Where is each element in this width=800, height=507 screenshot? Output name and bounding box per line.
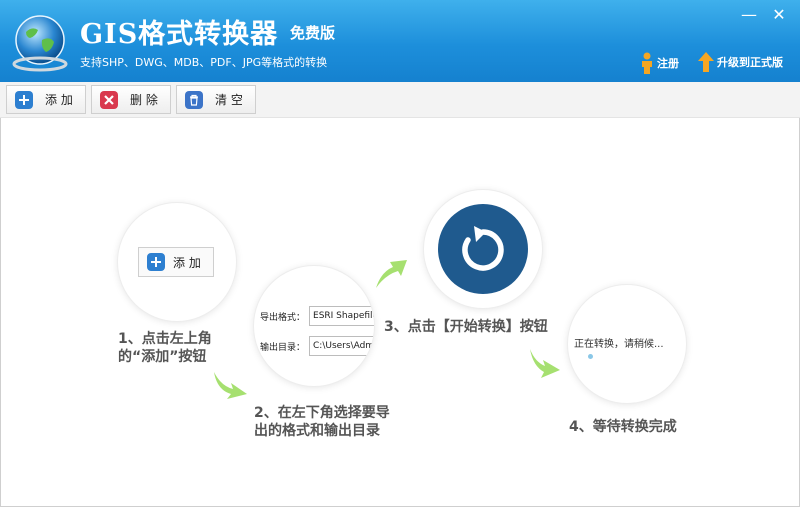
step1-line2: 的“添加”按钮 <box>118 349 207 365</box>
green-arrow-icon <box>376 260 407 288</box>
step4-circle: 正在转换，请稍候... <box>568 285 686 403</box>
toolbar: 添 加 删 除 清 空 <box>0 82 800 118</box>
minimize-button[interactable]: — <box>740 6 758 24</box>
step2-circle: 导出格式： ESRI Shapefile 输出目录： C:\Users\Adm <box>254 266 374 386</box>
clear-button[interactable]: 清 空 <box>176 85 256 114</box>
step1-add-illustration: 添 加 <box>138 247 214 277</box>
add-button-label: 添 加 <box>45 93 73 107</box>
globe-logo-icon <box>12 15 68 72</box>
trash-icon <box>185 90 203 109</box>
x-icon <box>100 90 118 109</box>
step3-circle <box>424 190 542 308</box>
upgrade-link[interactable]: 升级到正式版 <box>698 52 783 72</box>
step1-caption: 1、点击左上角 的“添加”按钮 <box>118 330 212 366</box>
upgrade-label: 升级到正式版 <box>717 56 783 69</box>
green-arrow-icon <box>530 349 560 378</box>
progress-dot <box>588 354 593 359</box>
converting-status: 正在转换，请稍候... <box>574 339 664 350</box>
step1-circle: 添 加 <box>118 203 236 321</box>
step2-line2: 出的格式和输出目录 <box>254 423 380 439</box>
register-link[interactable]: 注册 <box>640 52 679 74</box>
close-button[interactable]: ✕ <box>770 6 788 24</box>
plus-icon <box>147 253 165 271</box>
output-dir-label: 输出目录： <box>260 342 306 353</box>
app-title: GIS格式转换器 <box>80 19 279 50</box>
app-subtitle: 支持SHP、DWG、MDB、PDF、JPG等格式的转换 <box>80 56 328 69</box>
plus-icon <box>15 90 33 109</box>
up-arrow-icon <box>698 52 714 72</box>
step2-caption: 2、在左下角选择要导 出的格式和输出目录 <box>254 404 390 440</box>
format-label: 导出格式： <box>260 312 306 323</box>
green-arrow-icon <box>214 372 247 399</box>
person-icon <box>642 52 652 74</box>
start-convert-illustration <box>438 204 528 294</box>
output-dir-field: C:\Users\Adm <box>309 336 374 356</box>
add-button[interactable]: 添 加 <box>6 85 86 114</box>
delete-button[interactable]: 删 除 <box>91 85 171 114</box>
format-row: 导出格式： ESRI Shapefile <box>260 306 374 326</box>
step3-caption: 3、点击【开始转换】按钮 <box>384 319 548 335</box>
step1-add-label: 添 加 <box>173 255 201 270</box>
output-dir-row: 输出目录： C:\Users\Adm <box>260 336 374 356</box>
title-bar: GIS格式转换器 免费版 支持SHP、DWG、MDB、PDF、JPG等格式的转换… <box>0 0 800 82</box>
format-field: ESRI Shapefile <box>309 306 374 326</box>
register-label: 注册 <box>657 57 679 70</box>
clear-button-label: 清 空 <box>215 93 243 107</box>
step1-line1: 1、点击左上角 <box>118 331 212 347</box>
refresh-icon <box>462 226 504 271</box>
delete-button-label: 删 除 <box>130 93 158 107</box>
step4-caption: 4、等待转换完成 <box>569 419 677 435</box>
edition-badge: 免费版 <box>290 24 336 42</box>
guide-area: 添 加 1、点击左上角 的“添加”按钮 导出格式： ESRI Shapefile… <box>0 118 800 507</box>
step2-line1: 2、在左下角选择要导 <box>254 405 390 421</box>
